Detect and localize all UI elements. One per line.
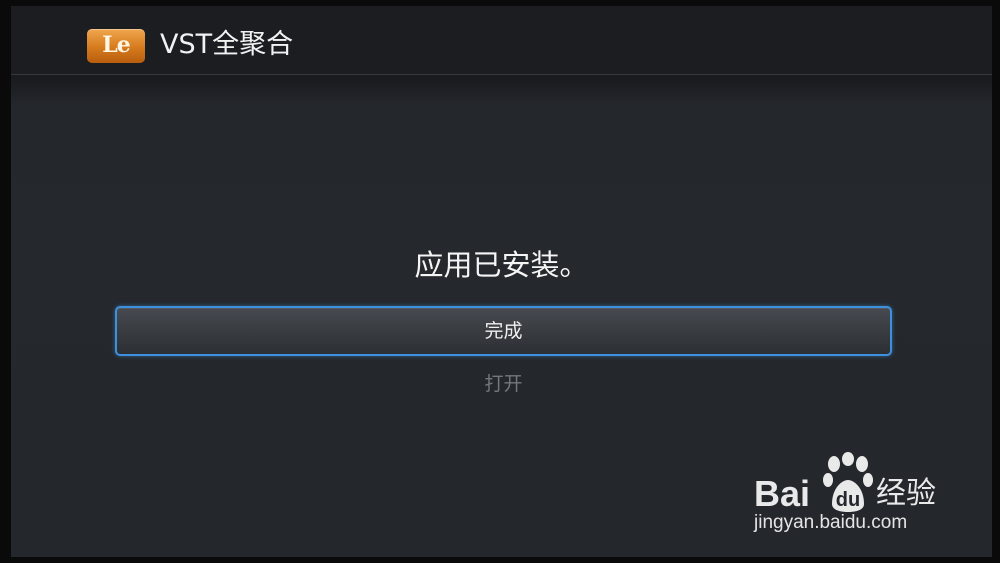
install-status-message: 应用已安装。 [414,248,589,282]
open-button[interactable]: 打开 [115,366,892,402]
svg-text:du: du [836,489,860,511]
baidu-jingyan-watermark: Bai du 经验 jingyan.baidu.com [754,448,964,538]
done-button[interactable]: 完成 [115,306,892,356]
title-bar: Le VST全聚合 [11,6,992,75]
app-title: VST全聚合 [160,29,294,60]
baidu-paw-icon: du [823,452,873,512]
app-icon: Le [87,29,145,63]
watermark-brand-cn: 经验 [876,476,936,511]
watermark-url: jingyan.baidu.com [754,512,908,533]
title-shadow [11,75,992,105]
app-icon-label: Le [102,32,130,58]
watermark-brand-latin: Bai [754,473,811,514]
